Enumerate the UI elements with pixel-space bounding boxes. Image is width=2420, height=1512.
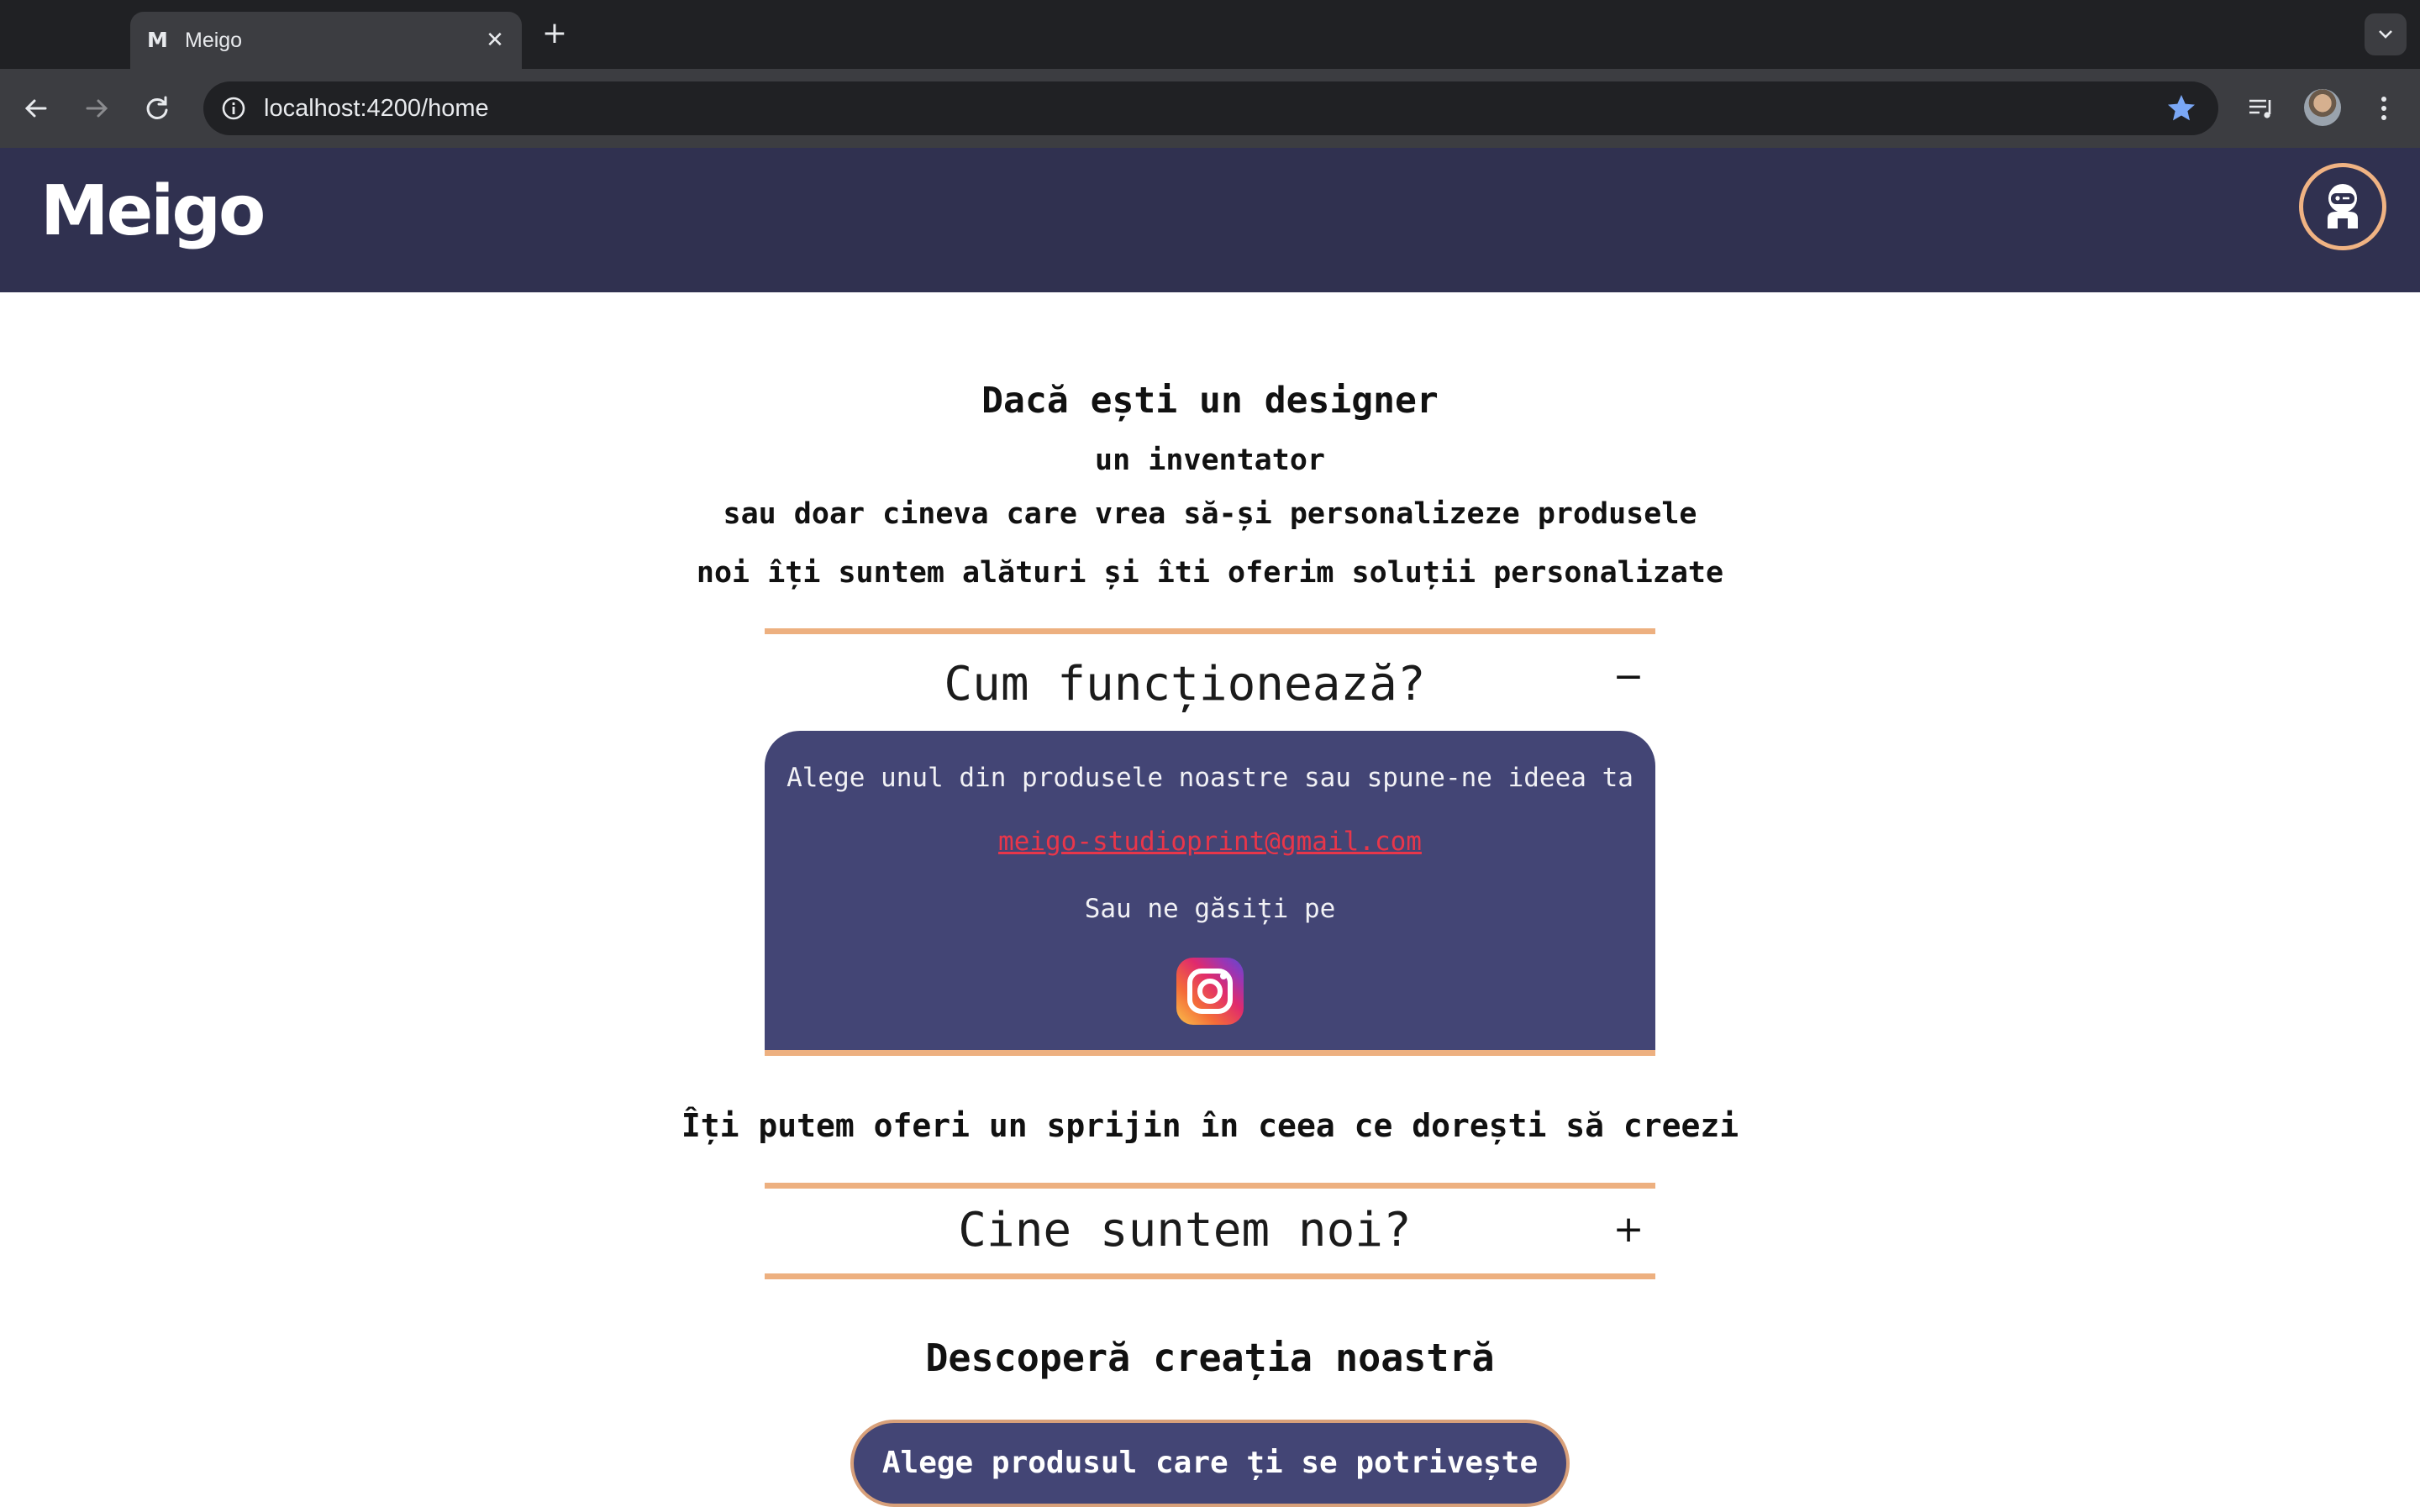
robot-avatar-icon [2328, 184, 2358, 228]
how-it-works-panel: Alege unul din produsele noastre sau spu… [765, 731, 1655, 1055]
profile-avatar[interactable] [2304, 89, 2341, 126]
tab-search-icon[interactable] [2365, 13, 2407, 55]
hero-line-1: Dacă ești un designer [981, 380, 1439, 422]
new-tab-icon[interactable]: + [538, 17, 571, 50]
accordion-divider [765, 1183, 1655, 1189]
browser-tab[interactable]: M Meigo ✕ [130, 12, 522, 69]
url-text: localhost:4200/home [264, 95, 489, 122]
contact-email-link[interactable]: meigo-studioprint@gmail.com [765, 827, 1655, 857]
choose-product-button[interactable]: Alege produsul care ți se potrivește [850, 1420, 1570, 1507]
panel-divider [765, 1050, 1655, 1056]
browser-toolbar: localhost:4200/home [0, 69, 2420, 148]
site-header: Meigo [0, 148, 2420, 292]
support-text: Îți putem oferi un sprijin în ceea ce do… [681, 1107, 1739, 1144]
account-button[interactable] [2299, 163, 2386, 250]
back-icon[interactable] [17, 89, 55, 128]
hero-line-3: sau doar cineva care vrea să-și personal… [723, 497, 1697, 531]
who-we-are-header[interactable]: Cine suntem noi? + [765, 1189, 1655, 1273]
accordion-divider [765, 628, 1655, 634]
media-controls-icon[interactable] [2242, 89, 2281, 128]
tab-title: Meigo [185, 29, 243, 52]
how-it-works-text: Alege unul din produsele noastre sau spu… [786, 763, 1634, 793]
hero-line-2: un inventator [1095, 444, 1325, 477]
site-info-icon[interactable] [215, 90, 252, 127]
close-tab-icon[interactable]: ✕ [480, 25, 510, 55]
browser-tab-bar: M Meigo ✕ + [0, 0, 2420, 69]
address-bar[interactable]: localhost:4200/home [203, 81, 2218, 135]
more-menu-icon[interactable] [2365, 89, 2403, 128]
forward-icon[interactable] [77, 89, 116, 128]
tab-favicon-icon: M [147, 28, 168, 52]
hero-line-4: noi îți suntem alături și îti oferim sol… [696, 556, 1724, 590]
expand-icon[interactable]: + [1612, 1211, 1645, 1248]
discover-heading: Descoperă creația noastră [925, 1336, 1495, 1380]
how-it-works-header[interactable]: Cum funcționează? − [765, 638, 1655, 729]
instagram-icon[interactable] [1176, 958, 1244, 1025]
collapse-icon[interactable]: − [1612, 659, 1645, 696]
who-we-are-title: Cine suntem noi? [958, 1203, 1412, 1257]
reload-icon[interactable] [138, 89, 176, 128]
how-it-works-title: Cum funcționează? [944, 657, 1426, 711]
bookmark-star-icon[interactable] [2165, 92, 2198, 125]
meigo-logo[interactable]: Meigo [40, 170, 266, 254]
accordion-divider [765, 1273, 1655, 1279]
find-us-text: Sau ne găsiți pe [1084, 894, 1336, 924]
